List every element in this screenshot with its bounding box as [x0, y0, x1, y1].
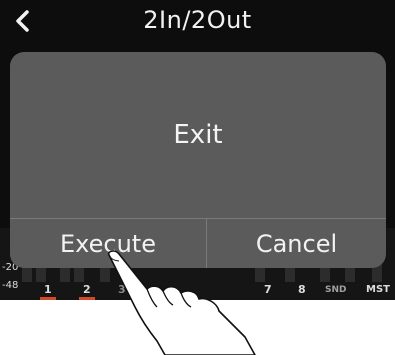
channel-label: 2 [79, 283, 95, 300]
channel-label: MST [366, 284, 390, 295]
channel-label: SND [325, 285, 347, 295]
back-button[interactable] [10, 8, 36, 34]
pointing-hand-icon [107, 250, 256, 355]
dialog-message: Exit [173, 120, 223, 150]
channel-label: 8 [298, 283, 306, 296]
exit-dialog: Exit Execute Cancel [10, 52, 386, 268]
header: 2In/2Out [0, 0, 395, 40]
chevron-left-icon [16, 10, 29, 32]
scale-label: -48 [2, 280, 19, 291]
page-title: 2In/2Out [143, 6, 252, 34]
channel-label: 1 [40, 283, 56, 300]
